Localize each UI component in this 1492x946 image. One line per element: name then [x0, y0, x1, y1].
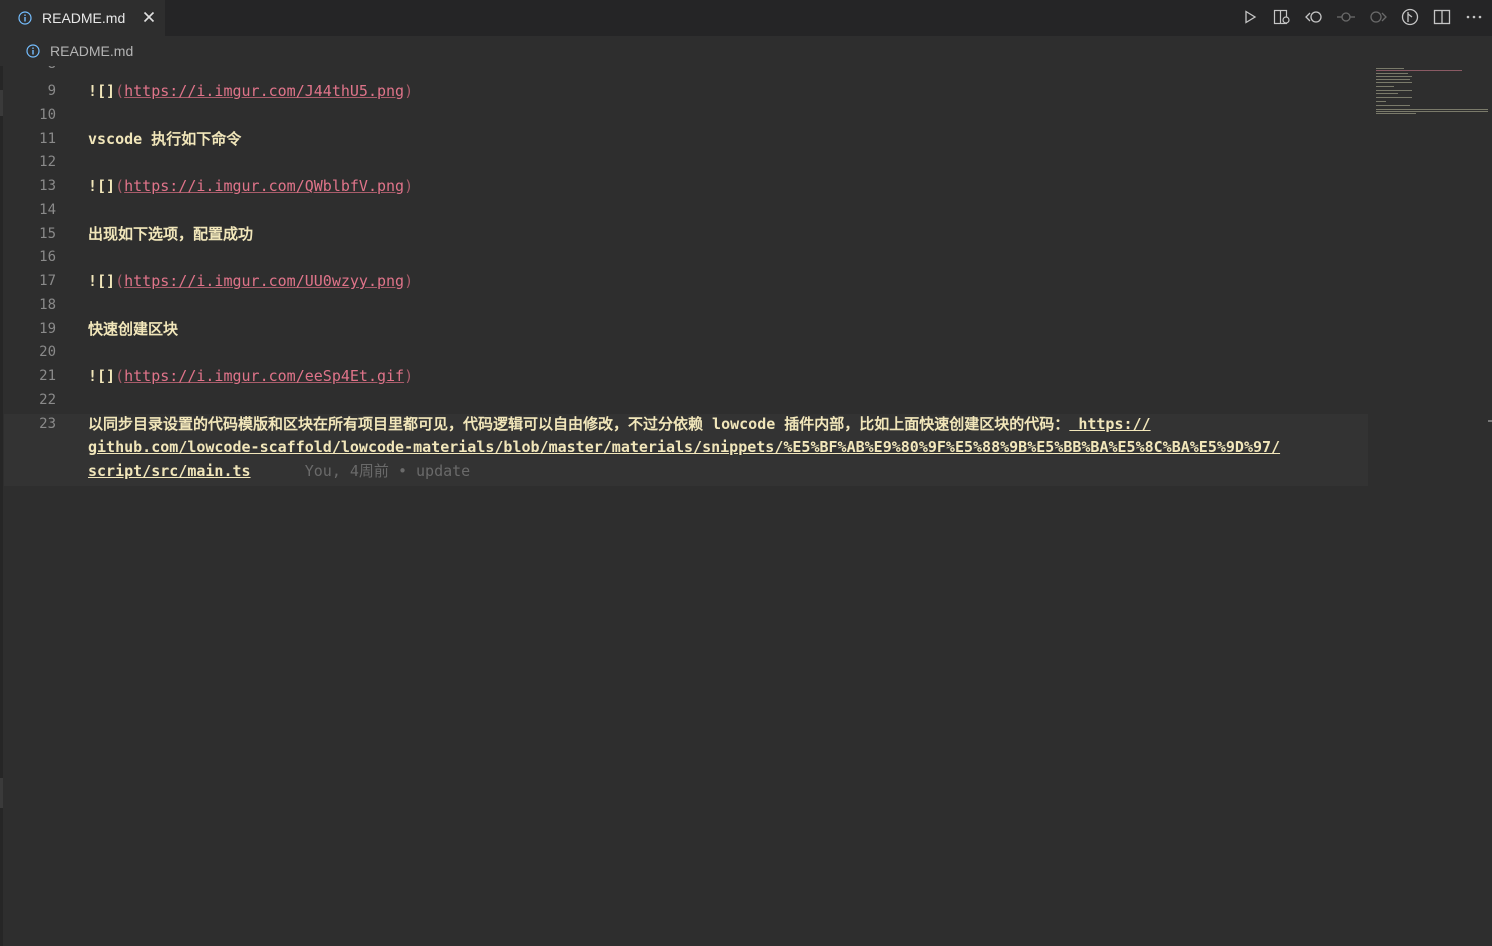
paren-open: ( [115, 177, 125, 195]
code-line: 14 [4, 198, 1368, 222]
code-line-wrap: script/src/main.ts You, 4周前 • update [4, 459, 1368, 483]
wrapped-link[interactable]: script/src/main.ts [88, 462, 251, 480]
text-cjk: 快速创建区块 [88, 320, 179, 338]
close-icon[interactable] [141, 9, 157, 25]
more-actions-icon[interactable] [1462, 6, 1486, 28]
split-editor-icon[interactable] [1430, 6, 1454, 28]
code-line: 22 [4, 388, 1368, 412]
image-link[interactable]: https://i.imgur.com/eeSp4Et.gif [124, 367, 404, 385]
paren-close: ) [404, 367, 414, 385]
md-image-prefix: ![] [88, 82, 116, 100]
line-number: 9 [47, 83, 56, 99]
md-image-prefix: ![] [88, 367, 116, 385]
tab-readme[interactable]: README.md [0, 0, 165, 36]
line-number: 18 [39, 297, 56, 313]
paren-open: ( [115, 367, 125, 385]
md-image-prefix: ![] [88, 272, 116, 290]
code-line: 21 ![](https://i.imgur.com/eeSp4Et.gif) [4, 364, 1368, 388]
run-icon[interactable] [1238, 6, 1262, 28]
paren-open: ( [115, 82, 125, 100]
gitlens-icon[interactable] [1398, 6, 1422, 28]
info-icon [18, 11, 32, 25]
paren-open: ( [115, 272, 125, 290]
line-number: 11 [39, 131, 56, 147]
git-blame-annotation: You, 4周前 • update [304, 462, 471, 480]
code-line: 13 ![](https://i.imgur.com/QWblbfV.png) [4, 174, 1368, 198]
code-line: 8 [4, 66, 1368, 76]
text-cjk: 插件内部，比如上面快速创建区块的代码： [784, 415, 1070, 433]
code-line: 16 [4, 245, 1368, 269]
text-latin: lowcode [703, 415, 785, 433]
code-line: 15 出现如下选项，配置成功 [4, 222, 1368, 246]
paren-close: ) [404, 272, 414, 290]
line-number: 13 [39, 178, 56, 194]
line-number: 20 [39, 344, 56, 360]
minimap[interactable] [1368, 66, 1492, 126]
line-number: 8 [4, 66, 56, 76]
wrapped-link[interactable]: https:// [1069, 415, 1150, 433]
image-link[interactable]: https://i.imgur.com/QWblbfV.png [124, 177, 404, 195]
go-back-icon[interactable] [1302, 6, 1326, 28]
text-latin: vscode [88, 130, 152, 148]
editor-actions [1238, 6, 1486, 28]
md-image-prefix: ![] [88, 177, 116, 195]
code-line: 11 vscode 执行如下命令 [4, 127, 1368, 151]
line-number: 23 [39, 416, 56, 432]
open-preview-to-side-icon[interactable] [1270, 6, 1294, 28]
line-number: 14 [39, 202, 56, 218]
code-line-wrap: github.com/lowcode-scaffold/lowcode-mate… [4, 435, 1368, 459]
paren-close: ) [404, 177, 414, 195]
line-number: 22 [39, 392, 56, 408]
previous-change-icon[interactable] [1334, 6, 1358, 28]
code-line: 23 以同步目录设置的代码模版和区块在所有项目里都可见，代码逻辑可以自由修改，不… [4, 412, 1368, 436]
editor[interactable]: 8 9 ![](https://i.imgur.com/J44thU5.png)… [4, 66, 1368, 946]
code-line: 10 [4, 103, 1368, 127]
code-line: 20 [4, 340, 1368, 364]
breadcrumb: README.md [0, 36, 1492, 66]
info-icon [26, 44, 40, 58]
text-cjk: 执行如下命令 [151, 130, 242, 148]
activity-edge [0, 66, 3, 946]
line-number: 17 [39, 273, 56, 289]
line-number: 10 [39, 107, 56, 123]
code-line: 12 [4, 150, 1368, 174]
line-number: 15 [39, 226, 56, 242]
wrapped-link[interactable]: github.com/lowcode-scaffold/lowcode-mate… [88, 438, 1280, 456]
line-number: 16 [39, 249, 56, 265]
code-line: 19 快速创建区块 [4, 317, 1368, 341]
image-link[interactable]: https://i.imgur.com/UU0wzyy.png [124, 272, 404, 290]
tab-label: README.md [42, 10, 126, 26]
paren-close: ) [404, 82, 414, 100]
breadcrumb-file[interactable]: README.md [50, 43, 133, 59]
next-change-icon[interactable] [1366, 6, 1390, 28]
line-number: 21 [39, 368, 56, 384]
text-cjk: 以同步目录设置的代码模版和区块在所有项目里都可见，代码逻辑可以自由修改，不过分依… [88, 415, 704, 433]
line-number: 19 [39, 321, 56, 337]
text-cjk: 出现如下选项，配置成功 [88, 225, 254, 243]
code-line: 18 [4, 293, 1368, 317]
scrollbar-marker [1488, 420, 1492, 422]
code-line: 17 ![](https://i.imgur.com/UU0wzyy.png) [4, 269, 1368, 293]
line-number: 12 [39, 154, 56, 170]
tab-bar: README.md [0, 0, 1492, 36]
image-link[interactable]: https://i.imgur.com/J44thU5.png [124, 82, 404, 100]
code-line: 9 ![](https://i.imgur.com/J44thU5.png) [4, 79, 1368, 103]
